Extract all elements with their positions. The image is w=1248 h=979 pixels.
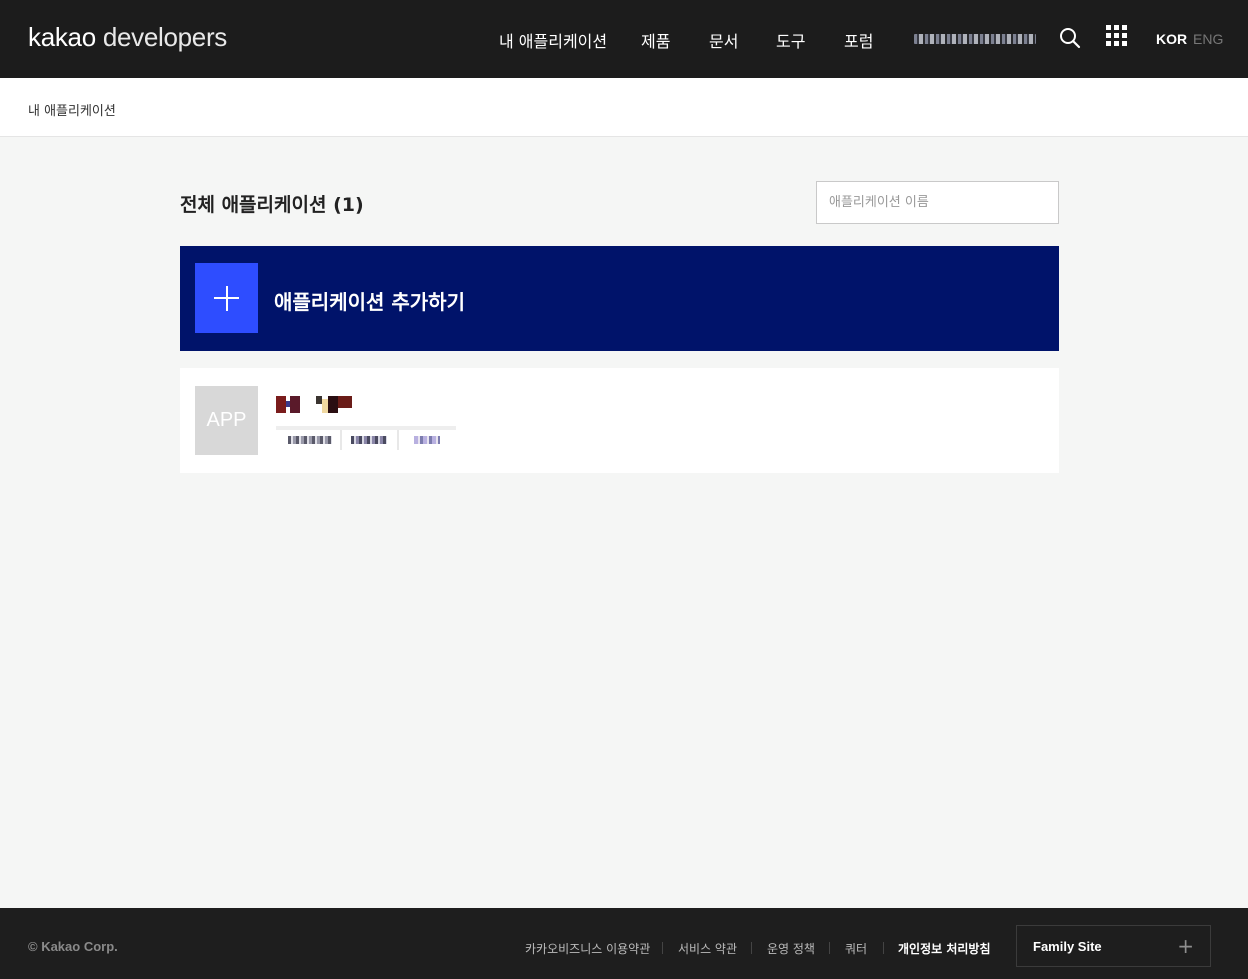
add-application-label: 애플리케이션 추가하기 xyxy=(274,290,465,314)
top-header: kakao developers 내 애플리케이션 제품 문서 도구 포럼 KO… xyxy=(0,0,1248,78)
footer-link-quota[interactable]: 쿼터 xyxy=(845,940,867,957)
kakao-developers-logo[interactable]: kakao developers xyxy=(28,22,227,53)
nav-tools[interactable]: 도구 xyxy=(776,28,805,52)
nav-forum[interactable]: 포럼 xyxy=(844,28,873,52)
app-search-input[interactable] xyxy=(816,181,1059,224)
breadcrumb-bar: 내 애플리케이션 xyxy=(0,78,1248,137)
lang-kor-button[interactable]: KOR xyxy=(1156,31,1187,47)
family-site-label: Family Site xyxy=(1033,939,1102,954)
search-icon[interactable] xyxy=(1059,27,1081,49)
footer-link-service-terms[interactable]: 서비스 약관 xyxy=(678,940,737,957)
lang-eng-button[interactable]: ENG xyxy=(1193,31,1223,47)
nav-products[interactable]: 제품 xyxy=(641,28,670,52)
footer-divider xyxy=(662,942,663,954)
family-site-select[interactable]: Family Site + xyxy=(1016,925,1211,967)
add-application-button[interactable]: 애플리케이션 추가하기 xyxy=(180,246,1059,351)
app-thumbnail: APP xyxy=(195,386,258,455)
application-card[interactable]: APP xyxy=(180,368,1059,473)
copyright: © Kakao Corp. xyxy=(28,939,118,954)
nav-docs[interactable]: 문서 xyxy=(709,28,738,52)
footer-link-operation-policy[interactable]: 운영 정책 xyxy=(767,940,815,957)
breadcrumb[interactable]: 내 애플리케이션 xyxy=(28,100,116,119)
footer-link-privacy-policy[interactable]: 개인정보 처리방침 xyxy=(898,940,991,957)
plus-icon: + xyxy=(1177,934,1194,958)
app-name-redacted xyxy=(276,396,354,413)
nav-my-applications[interactable]: 내 애플리케이션 xyxy=(499,28,607,52)
logo-suffix: developers xyxy=(95,22,228,52)
page-footer: © Kakao Corp. 카카오비즈니스 이용약관 서비스 약관 운영 정책 … xyxy=(0,908,1248,979)
page-title: 전체 애플리케이션 (1) xyxy=(180,194,364,216)
plus-icon xyxy=(195,263,258,333)
grid-menu-icon[interactable] xyxy=(1106,25,1128,47)
footer-link-business-terms[interactable]: 카카오비즈니스 이용약관 xyxy=(525,940,650,957)
user-account-menu[interactable] xyxy=(914,34,1036,44)
logo-brand: kakao xyxy=(28,22,96,52)
app-meta-redacted xyxy=(276,426,456,450)
footer-divider xyxy=(751,942,752,954)
footer-divider xyxy=(829,942,830,954)
footer-divider xyxy=(883,942,884,954)
